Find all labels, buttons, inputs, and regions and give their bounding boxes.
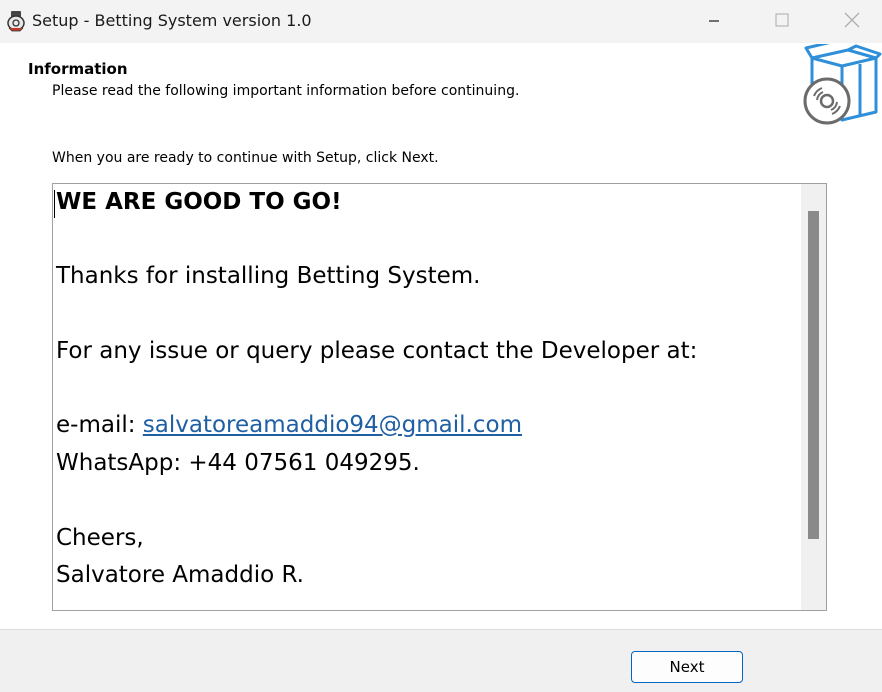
page-subtitle: Please read the following important info… [52, 83, 520, 99]
close-button[interactable] [820, 0, 882, 43]
memo-heading: WE ARE GOOD TO GO! [56, 189, 342, 215]
window-title: Setup - Betting System version 1.0 [32, 11, 312, 30]
minimize-icon [708, 12, 720, 31]
software-box-disc-icon [800, 40, 882, 128]
installer-app-icon [6, 10, 26, 32]
memo-thanks: Thanks for installing Betting System. [56, 263, 481, 289]
information-memo[interactable]: WE ARE GOOD TO GO! Thanks for installing… [52, 183, 827, 611]
email-label: e-mail: [56, 412, 143, 438]
memo-signature: Salvatore Amaddio R. [56, 562, 304, 588]
memo-cheers: Cheers, [56, 525, 144, 551]
close-icon [844, 12, 860, 32]
memo-email-line: e-mail: salvatoreamaddio94@gmail.com [56, 412, 522, 438]
email-link[interactable]: salvatoreamaddio94@gmail.com [143, 412, 522, 438]
maximize-icon [775, 12, 789, 31]
minimize-button[interactable] [682, 0, 746, 43]
button-panel: Next [0, 629, 882, 692]
vertical-scrollbar[interactable] [801, 184, 826, 610]
scrollbar-thumb[interactable] [808, 211, 819, 539]
page-title: Information [28, 60, 128, 78]
maximize-button [750, 0, 814, 43]
instruction-text: When you are ready to continue with Setu… [52, 150, 439, 166]
title-bar: Setup - Betting System version 1.0 [0, 0, 882, 43]
text-caret [54, 190, 55, 218]
memo-whatsapp: WhatsApp: +44 07561 049295. [56, 450, 420, 476]
memo-contact: For any issue or query please contact th… [56, 338, 698, 364]
next-button[interactable]: Next [631, 651, 743, 683]
